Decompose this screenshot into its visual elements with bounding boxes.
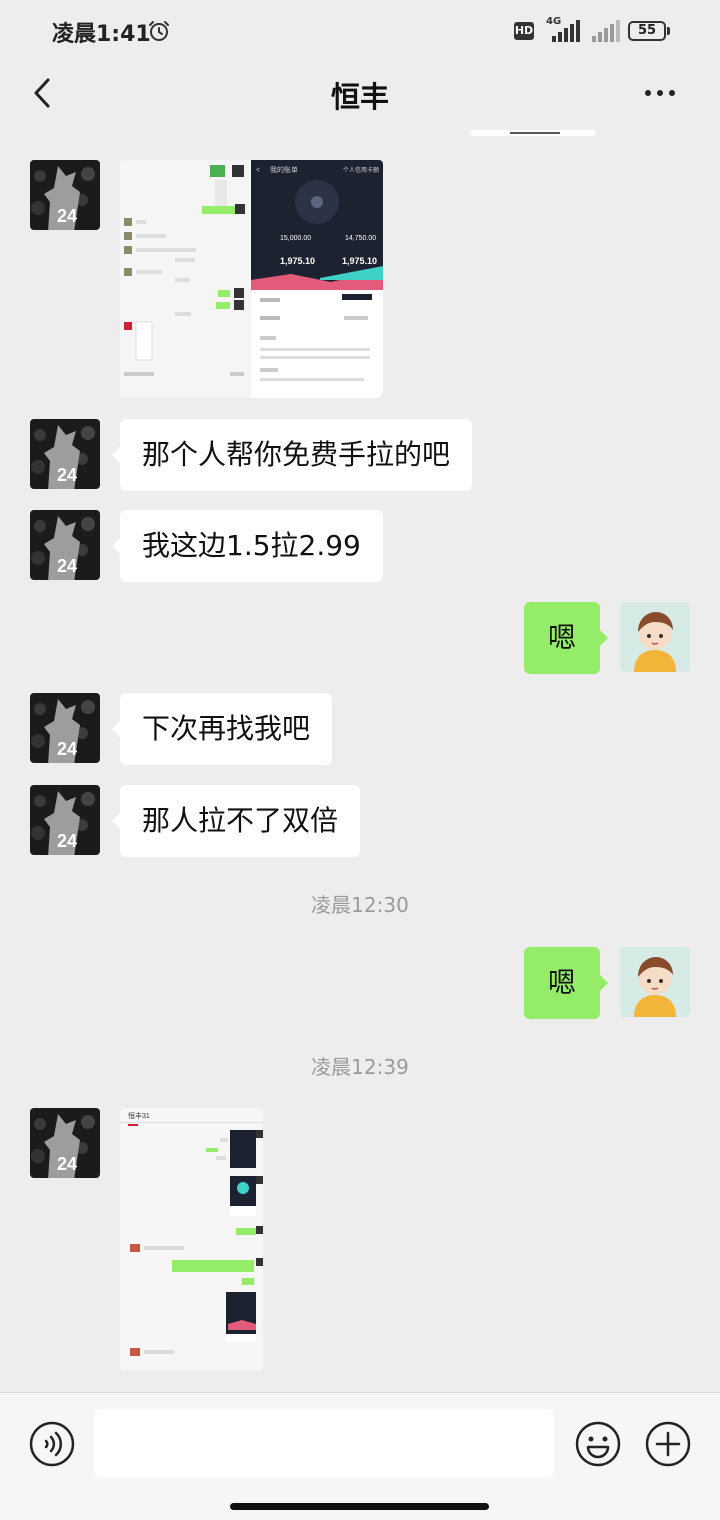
contact-avatar[interactable]: 24 [30, 1108, 100, 1178]
chat-title: 恒丰 [330, 80, 389, 114]
svg-text:24: 24 [57, 739, 77, 759]
status-bar: 凌晨1:41 HD 4G 55 [0, 0, 720, 62]
message-timestamp: 凌晨12:30 [311, 893, 409, 917]
battery-indicator: 55 [628, 21, 666, 41]
thumb-amount-3: 1,975.10 [280, 256, 315, 266]
svg-text:24: 24 [57, 206, 77, 226]
user-avatar[interactable] [620, 947, 690, 1017]
status-time: 凌晨1:41 [52, 22, 151, 47]
alarm-clock-icon [149, 21, 169, 41]
outgoing-message-bubble[interactable]: 嗯 [523, 602, 609, 674]
svg-text:24: 24 [57, 465, 77, 485]
incoming-message-bubble[interactable]: 我这边1.5拉2.99 [112, 510, 383, 582]
incoming-message-bubble[interactable]: 下次再找我吧 [111, 693, 333, 765]
outgoing-message-bubble[interactable]: 嗯 [523, 947, 609, 1019]
voice-icon[interactable] [28, 1420, 76, 1468]
svg-text:24: 24 [57, 831, 77, 851]
thumb-right-header: 个人信用卡额 [343, 166, 379, 174]
chat-input-bar [0, 1392, 720, 1520]
home-indicator[interactable] [230, 1503, 489, 1510]
contact-avatar[interactable]: 24 [30, 785, 100, 855]
incoming-message-bubble[interactable]: 那人拉不了双倍 [111, 785, 361, 857]
thumb2-title: 恒丰31 [128, 1111, 150, 1120]
contact-avatar[interactable]: 24 [30, 510, 100, 580]
signal-strength-icon [552, 20, 580, 42]
thumb-amount-4: 1,975.10 [342, 256, 377, 266]
message-input[interactable] [94, 1409, 554, 1477]
plus-icon[interactable] [644, 1420, 692, 1468]
user-avatar[interactable] [620, 602, 690, 672]
svg-text:24: 24 [57, 1154, 77, 1174]
contact-avatar[interactable]: 24 [30, 160, 100, 230]
svg-text:<: < [256, 167, 260, 174]
image-message-thumbnail[interactable]: 恒丰31 [120, 1108, 263, 1370]
battery-tip [667, 27, 670, 35]
emoji-icon[interactable] [574, 1420, 622, 1468]
contact-avatar[interactable]: 24 [30, 419, 100, 489]
contact-avatar[interactable]: 24 [30, 693, 100, 763]
signal-strength-icon-2 [592, 20, 620, 42]
message-timestamp: 凌晨12:39 [311, 1055, 409, 1079]
thumb-amount-1: 15,000.00 [280, 235, 311, 242]
hd-badge: HD [514, 22, 534, 40]
more-dots-icon[interactable] [640, 78, 680, 108]
nav-bar: 恒丰 [0, 62, 720, 124]
image-message-thumbnail[interactable]: < 我的账单 个人信用卡额 15,000.00 14,750.00 1,975.… [120, 160, 383, 398]
thumb-amount-2: 14,750.00 [345, 235, 376, 242]
incoming-message-bubble[interactable]: 那个人帮你免费手拉的吧 [111, 419, 473, 491]
thumb-left-title: 我的账单 [270, 165, 298, 174]
svg-text:24: 24 [57, 556, 77, 576]
scroll-indicator [470, 130, 596, 136]
